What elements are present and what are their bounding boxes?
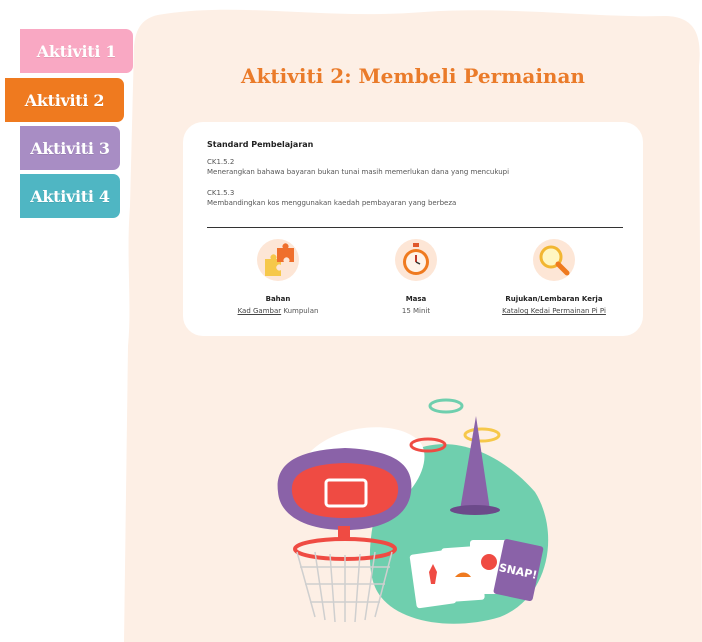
ring-green (428, 398, 464, 414)
divider (207, 227, 623, 228)
masa-label: Masa (405, 295, 427, 303)
ring-yellow (463, 427, 501, 443)
standard-item: CK1.5.2 Menerangkan bahawa bayaran bukan… (207, 157, 509, 177)
masa-value: 15 Minit (401, 307, 431, 315)
tab-aktiviti-3[interactable]: Aktiviti 3 (20, 126, 120, 170)
standard-text: Menerangkan bahawa bayaran bukan tunai m… (207, 168, 510, 176)
bahan-value: Kad Gambar Kumpulan (203, 307, 353, 315)
page-title: Aktiviti 2: Membeli Permainan (241, 64, 585, 88)
standard-code: CK1.5.3 (207, 189, 235, 197)
magnifier-icon (533, 239, 575, 281)
tab-aktiviti-2[interactable]: Aktiviti 2 (5, 78, 124, 122)
standard-text: Membandingkan kos menggunakan kaedah pem… (207, 199, 457, 207)
standards-heading: Standard Pembelajaran (207, 140, 314, 149)
toys-illustration: SNAP! (277, 398, 549, 624)
tab-aktiviti-4[interactable]: Aktiviti 4 (20, 174, 120, 218)
rujukan-block: Rujukan/Lembaran Kerja Katalog Kedai Per… (479, 239, 629, 315)
katalog-link[interactable]: Katalog Kedai Permainan Pi Pi (502, 307, 606, 315)
rujukan-label: Rujukan/Lembaran Kerja (505, 295, 603, 303)
stopwatch-icon (395, 239, 437, 281)
rujukan-value: Katalog Kedai Permainan Pi Pi (479, 307, 629, 315)
tab-aktiviti-1[interactable]: Aktiviti 1 (20, 29, 133, 73)
bahan-block: Bahan Kad Gambar Kumpulan (203, 239, 353, 315)
bahan-label: Bahan (265, 295, 291, 303)
bahan-suffix: Kumpulan (281, 307, 319, 315)
masa-block: Masa 15 Minit (341, 239, 491, 315)
kad-gambar-link[interactable]: Kad Gambar (238, 307, 282, 315)
standard-item: CK1.5.3 Membandingkan kos menggunakan ka… (207, 188, 456, 208)
puzzle-icon (257, 239, 299, 281)
info-card: Standard Pembelajaran CK1.5.2 Menerangka… (183, 122, 643, 336)
standard-code: CK1.5.2 (207, 158, 235, 166)
